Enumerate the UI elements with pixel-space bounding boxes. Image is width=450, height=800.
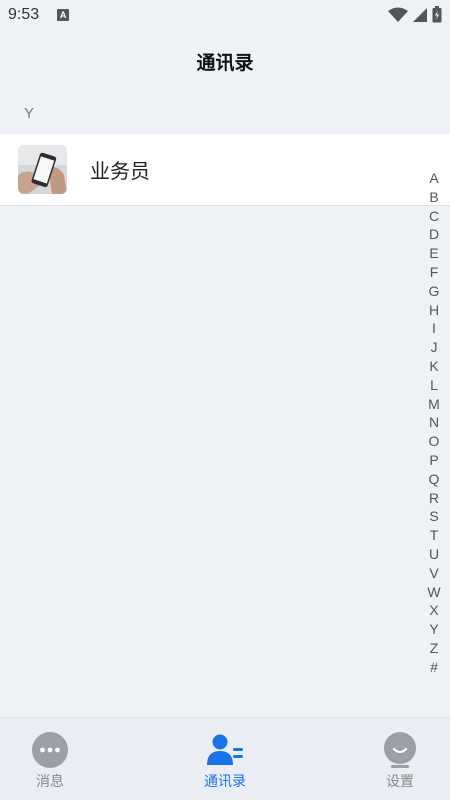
tab-contacts[interactable]: 通讯录 — [197, 718, 253, 800]
index-letter[interactable]: Y — [429, 620, 438, 639]
wifi-icon — [388, 7, 408, 22]
bottom-tab-bar: 消息 通讯录 设置 — [0, 717, 450, 800]
index-letter[interactable]: # — [430, 658, 438, 677]
index-letter[interactable]: A — [429, 169, 438, 188]
section-letter: Y — [24, 104, 35, 122]
index-letter[interactable]: G — [429, 282, 440, 301]
index-letter[interactable]: J — [431, 338, 438, 357]
contact-name: 业务员 — [90, 159, 150, 183]
index-letter[interactable]: V — [429, 564, 438, 583]
chat-bubble-icon — [31, 731, 69, 769]
index-letter[interactable]: N — [429, 413, 439, 432]
index-letter[interactable]: R — [429, 489, 439, 508]
index-letter[interactable]: P — [429, 451, 438, 470]
tab-label-messages: 消息 — [36, 774, 64, 790]
settings-face-icon — [381, 731, 419, 769]
index-letter[interactable]: W — [427, 583, 440, 602]
index-letter[interactable]: F — [430, 263, 439, 282]
index-letter[interactable]: D — [429, 225, 439, 244]
cellular-signal-icon — [413, 7, 427, 22]
status-time: 9:53 — [8, 6, 40, 23]
index-letter[interactable]: Z — [430, 639, 439, 658]
tab-label-contacts: 通讯录 — [204, 774, 246, 790]
index-letter[interactable]: T — [430, 526, 439, 545]
contact-row[interactable]: 业务员 — [0, 134, 450, 206]
index-letter[interactable]: I — [432, 319, 436, 338]
index-letter[interactable]: K — [429, 357, 438, 376]
page-title: 通讯录 — [196, 51, 254, 74]
section-header: Y — [0, 92, 450, 134]
index-letter[interactable]: L — [430, 376, 438, 395]
index-letter[interactable]: X — [429, 601, 438, 620]
tab-settings[interactable]: 设置 — [372, 718, 428, 800]
contact-avatar — [18, 145, 67, 194]
tab-messages[interactable]: 消息 — [22, 718, 78, 800]
index-letter[interactable]: O — [429, 432, 440, 451]
index-letter[interactable]: M — [428, 395, 440, 414]
page-header: 通讯录 — [0, 30, 450, 92]
status-icons — [388, 6, 442, 23]
index-letter[interactable]: B — [429, 188, 438, 207]
tab-label-settings: 设置 — [386, 774, 414, 790]
index-letter[interactable]: Q — [429, 470, 440, 489]
alphabet-index[interactable]: A B C D E F G H I J K L M N O P Q R S T U V W X Y Z # — [427, 169, 441, 677]
battery-icon — [432, 6, 442, 23]
phone-in-hand-photo-icon — [18, 145, 67, 194]
index-letter[interactable]: E — [429, 244, 438, 263]
contacts-icon — [206, 731, 244, 769]
index-letter[interactable]: C — [429, 207, 439, 226]
index-letter[interactable]: S — [429, 507, 438, 526]
index-letter[interactable]: H — [429, 301, 439, 320]
status-bar: 9:53 A — [0, 0, 450, 30]
notification-badge-icon: A — [57, 9, 70, 21]
index-letter[interactable]: U — [429, 545, 439, 564]
